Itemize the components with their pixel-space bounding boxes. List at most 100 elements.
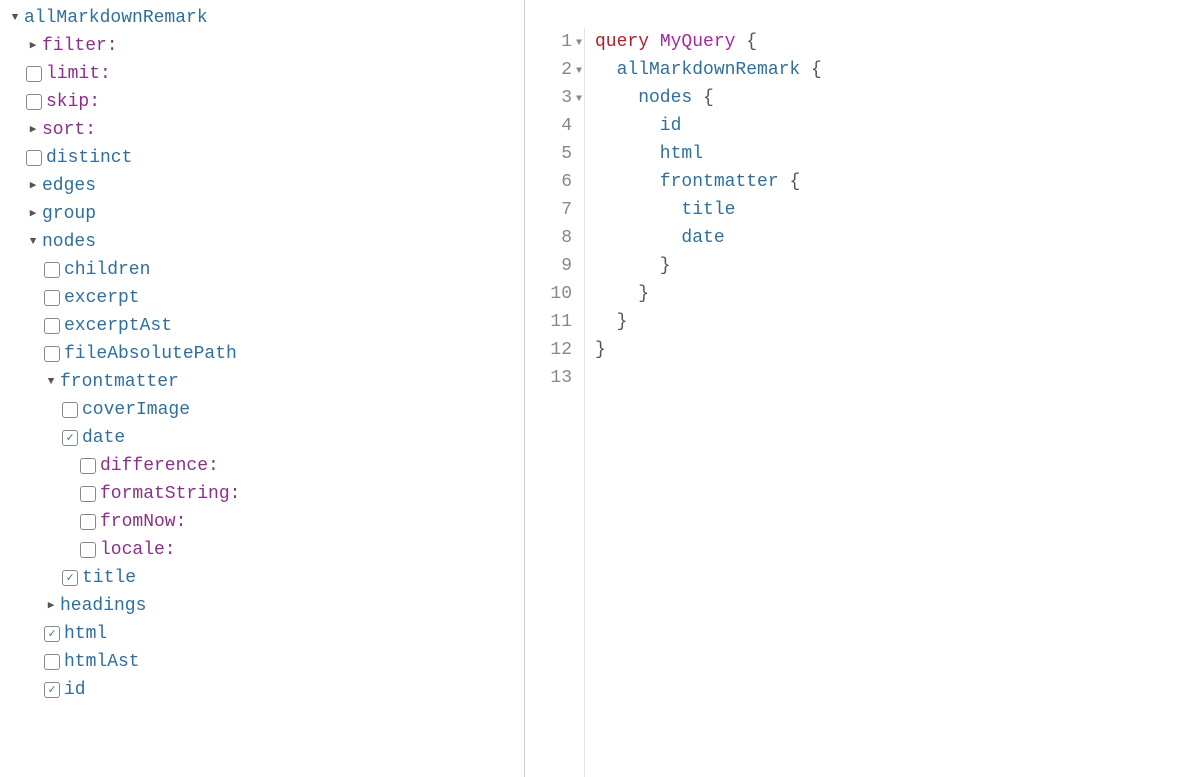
tree-item-skip[interactable]: skip: <box>8 88 524 116</box>
code-line[interactable]: id <box>595 112 1200 140</box>
tree-item-formatstring[interactable]: formatString: <box>8 480 524 508</box>
tree-label: group <box>42 200 96 228</box>
code-line[interactable]: } <box>595 280 1200 308</box>
tree-label: title <box>82 564 136 592</box>
checkbox-icon[interactable] <box>80 514 96 530</box>
tree-item-group[interactable]: ▶ group <box>8 200 524 228</box>
code-editor[interactable]: 1▼2▼3▼45678910111213 query MyQuery { all… <box>525 0 1200 777</box>
line-number: 6 <box>525 168 572 196</box>
tree-label: distinct <box>46 144 132 172</box>
tree-item-fileabsolutepath[interactable]: fileAbsolutePath <box>8 340 524 368</box>
tree-label: fileAbsolutePath <box>64 340 237 368</box>
checkbox-icon[interactable] <box>44 290 60 306</box>
tree-label: skip: <box>46 88 100 116</box>
tree-item-id[interactable]: id <box>8 676 524 704</box>
tree-item-excerpt[interactable]: excerpt <box>8 284 524 312</box>
fold-caret-icon[interactable]: ▼ <box>576 86 582 114</box>
caret-down-icon[interactable]: ▼ <box>8 4 22 32</box>
line-number: 10 <box>525 280 572 308</box>
explorer-panel: ▼ allMarkdownRemark ▶ filter: limit: ski… <box>0 0 525 777</box>
tree-label: html <box>64 620 107 648</box>
code-line[interactable]: } <box>595 252 1200 280</box>
line-number: 9 <box>525 252 572 280</box>
tree-label: locale: <box>100 536 176 564</box>
caret-right-icon[interactable]: ▶ <box>26 116 40 144</box>
fold-caret-icon[interactable]: ▼ <box>576 58 582 86</box>
tree-label: filter: <box>42 32 118 60</box>
checkbox-checked-icon[interactable] <box>62 570 78 586</box>
checkbox-checked-icon[interactable] <box>62 430 78 446</box>
caret-down-icon[interactable]: ▼ <box>44 368 58 396</box>
caret-right-icon[interactable]: ▶ <box>26 172 40 200</box>
code-line[interactable]: frontmatter { <box>595 168 1200 196</box>
tree-item-title[interactable]: title <box>8 564 524 592</box>
tree-label: children <box>64 256 150 284</box>
tree-label: excerpt <box>64 284 140 312</box>
tree-item-html[interactable]: html <box>8 620 524 648</box>
tree-item-difference[interactable]: difference: <box>8 452 524 480</box>
checkbox-icon[interactable] <box>62 402 78 418</box>
fold-caret-icon[interactable]: ▼ <box>576 30 582 58</box>
code-content[interactable]: query MyQuery { allMarkdownRemark { node… <box>585 28 1200 777</box>
tree-item-edges[interactable]: ▶ edges <box>8 172 524 200</box>
tree-item-nodes[interactable]: ▼ nodes <box>8 228 524 256</box>
checkbox-icon[interactable] <box>44 262 60 278</box>
tree-label: htmlAst <box>64 648 140 676</box>
code-line[interactable]: query MyQuery { <box>595 28 1200 56</box>
tree-item-coverimage[interactable]: coverImage <box>8 396 524 424</box>
tree-item-sort[interactable]: ▶ sort: <box>8 116 524 144</box>
tree-label: coverImage <box>82 396 190 424</box>
tree-item-children[interactable]: children <box>8 256 524 284</box>
tree-label: frontmatter <box>60 368 179 396</box>
tree-item-filter[interactable]: ▶ filter: <box>8 32 524 60</box>
code-line[interactable]: date <box>595 224 1200 252</box>
checkbox-icon[interactable] <box>80 542 96 558</box>
tree-label: excerptAst <box>64 312 172 340</box>
tree-item-locale[interactable]: locale: <box>8 536 524 564</box>
tree-label: difference: <box>100 452 219 480</box>
code-line[interactable]: } <box>595 336 1200 364</box>
checkbox-icon[interactable] <box>26 150 42 166</box>
code-line[interactable]: allMarkdownRemark { <box>595 56 1200 84</box>
tree-label: sort: <box>42 116 96 144</box>
caret-down-icon[interactable]: ▼ <box>26 228 40 256</box>
checkbox-icon[interactable] <box>44 654 60 670</box>
tree-label: formatString: <box>100 480 240 508</box>
tree-item-fromnow[interactable]: fromNow: <box>8 508 524 536</box>
caret-right-icon[interactable]: ▶ <box>44 592 58 620</box>
checkbox-icon[interactable] <box>80 458 96 474</box>
line-number: 3▼ <box>525 84 572 112</box>
checkbox-icon[interactable] <box>26 66 42 82</box>
tree-item-date[interactable]: date <box>8 424 524 452</box>
checkbox-icon[interactable] <box>44 346 60 362</box>
code-line[interactable]: title <box>595 196 1200 224</box>
line-number: 2▼ <box>525 56 572 84</box>
tree-label: limit: <box>46 60 111 88</box>
checkbox-checked-icon[interactable] <box>44 682 60 698</box>
code-line[interactable] <box>595 364 1200 392</box>
tree-label: id <box>64 676 86 704</box>
tree-label: allMarkdownRemark <box>24 4 208 32</box>
code-line[interactable]: html <box>595 140 1200 168</box>
tree-item-limit[interactable]: limit: <box>8 60 524 88</box>
tree-item-frontmatter[interactable]: ▼ frontmatter <box>8 368 524 396</box>
line-number: 13 <box>525 364 572 392</box>
tree-item-distinct[interactable]: distinct <box>8 144 524 172</box>
tree-item-excerptast[interactable]: excerptAst <box>8 312 524 340</box>
line-number: 5 <box>525 140 572 168</box>
checkbox-icon[interactable] <box>80 486 96 502</box>
code-line[interactable]: } <box>595 308 1200 336</box>
tree-item-headings[interactable]: ▶ headings <box>8 592 524 620</box>
checkbox-checked-icon[interactable] <box>44 626 60 642</box>
tree-label: edges <box>42 172 96 200</box>
line-number: 1▼ <box>525 28 572 56</box>
caret-right-icon[interactable]: ▶ <box>26 200 40 228</box>
tree-root[interactable]: ▼ allMarkdownRemark <box>8 4 524 32</box>
caret-right-icon[interactable]: ▶ <box>26 32 40 60</box>
tree-item-htmlast[interactable]: htmlAst <box>8 648 524 676</box>
tree-label: nodes <box>42 228 96 256</box>
tree-label: date <box>82 424 125 452</box>
checkbox-icon[interactable] <box>26 94 42 110</box>
checkbox-icon[interactable] <box>44 318 60 334</box>
code-line[interactable]: nodes { <box>595 84 1200 112</box>
